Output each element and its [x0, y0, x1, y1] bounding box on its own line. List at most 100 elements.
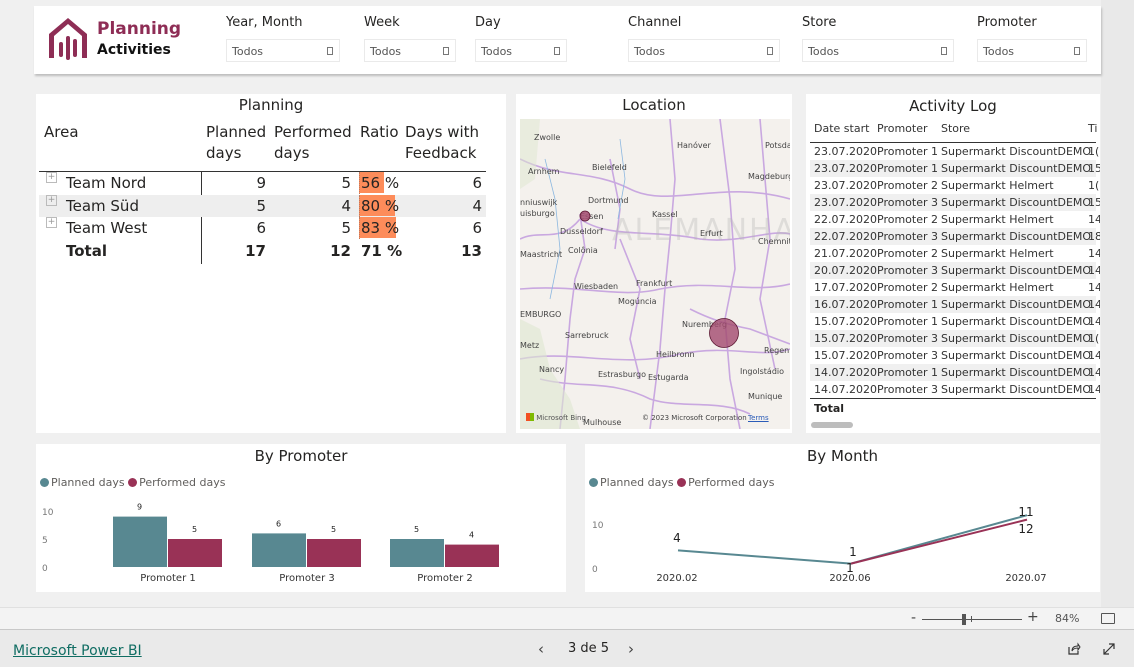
table-row[interactable]: 22.07.2020 Promoter 3 Supermarkt DiscountD… — [810, 228, 1100, 245]
cell-feedback: 6 — [472, 219, 482, 238]
slicer-dropdown[interactable]: Todos — [475, 39, 567, 62]
series-line-performed[interactable] — [850, 518, 1028, 565]
cell-store: Supermarkt DiscountDEMO — [941, 196, 1092, 209]
table-row[interactable]: 20.07.2020 Promoter 3 Supermarkt DiscountD… — [810, 262, 1100, 279]
bar-performed[interactable] — [307, 539, 361, 567]
col-feedback[interactable]: Days with Feedback — [405, 122, 479, 164]
y-tick-label: 0 — [42, 564, 48, 574]
col-promoter[interactable]: Promoter — [877, 122, 928, 135]
map-marker-nuremberg[interactable] — [709, 318, 739, 348]
table-row[interactable]: 14.07.2020 Promoter 1 Supermarkt DiscountD… — [810, 364, 1100, 381]
x-tick-label: 2020.02 — [656, 573, 697, 584]
row-area: Team West — [66, 219, 148, 238]
col-performed[interactable]: Performed days — [274, 122, 352, 164]
cell-time: 14 — [1088, 264, 1100, 277]
slicer-dropdown[interactable]: Todos — [364, 39, 456, 62]
bar-performed[interactable] — [445, 544, 499, 567]
cell-date-start: 20.07.2020 — [814, 264, 877, 277]
table-row[interactable]: 15.07.2020 Promoter 3 Supermarkt DiscountD… — [810, 347, 1100, 364]
col-label: Planned — [206, 123, 267, 141]
y-tick-label: 5 — [42, 536, 48, 546]
table-row[interactable]: 16.07.2020 Promoter 1 Supermarkt DiscountD… — [810, 296, 1100, 313]
expand-plus-icon[interactable]: + — [46, 217, 57, 229]
cell-store: Supermarkt DiscountDEMO — [941, 162, 1092, 175]
slicer-value: Todos — [634, 45, 666, 58]
col-planned[interactable]: Planned days — [206, 122, 266, 164]
slicer-dropdown[interactable]: Todos — [802, 39, 954, 62]
data-label: 4 — [469, 531, 474, 540]
y-tick-label: 10 — [592, 521, 604, 531]
fit-to-page-icon[interactable] — [1101, 613, 1115, 624]
ratio-axis-line — [359, 217, 360, 240]
x-tick-label: 2020.06 — [829, 573, 870, 584]
slicer-dropdown[interactable]: Todos — [226, 39, 340, 62]
data-label: 12 — [1018, 522, 1033, 536]
next-page-button[interactable]: › — [628, 640, 634, 658]
slicer-week: Week Todos — [364, 15, 456, 62]
prev-page-button[interactable]: ‹ — [538, 640, 544, 658]
map-terms-link[interactable]: Terms — [748, 414, 769, 422]
map-markers — [579, 210, 739, 348]
table-row[interactable]: 23.07.2020 Promoter 1 Supermarkt DiscountD… — [810, 143, 1100, 160]
table-row[interactable]: 14.07.2020 Promoter 3 Supermarkt DiscountD… — [810, 381, 1100, 398]
expand-plus-icon[interactable]: + — [46, 194, 57, 206]
table-row[interactable]: 15.07.2020 Promoter 1 Supermarkt DiscountD… — [810, 313, 1100, 330]
zoom-in-button[interactable]: + — [1027, 609, 1039, 625]
slicer-channel: Channel Todos — [628, 15, 780, 62]
chevron-down-icon — [443, 47, 449, 55]
row-area: Team Süd — [66, 196, 139, 215]
data-label: 9 — [137, 503, 142, 512]
expand-icon[interactable] — [1102, 642, 1116, 660]
cell-promoter: Promoter 1 — [877, 366, 938, 379]
slicer-label: Promoter — [977, 15, 1037, 30]
col-time[interactable]: Ti — [1088, 122, 1097, 135]
bar-planned[interactable] — [113, 516, 167, 567]
map-marker-essen[interactable] — [579, 210, 591, 222]
slicer-dropdown[interactable]: Todos — [628, 39, 780, 62]
zoom-bar: - + 84% — [0, 607, 1134, 630]
bing-label: Microsoft Bing — [536, 414, 586, 422]
data-label: 11 — [1018, 505, 1033, 519]
zoom-out-button[interactable]: - — [911, 610, 916, 626]
expand-plus-icon[interactable]: + — [46, 172, 57, 183]
cell-date-start: 22.07.2020 — [814, 230, 877, 243]
zoom-slider-thumb[interactable] — [962, 614, 966, 625]
table-row[interactable]: 15.07.2020 Promoter 3 Supermarkt DiscountD… — [810, 330, 1099, 347]
zoom-slider-track[interactable] — [922, 619, 1022, 620]
share-icon[interactable] — [1067, 642, 1081, 660]
cell-time: 14 — [1088, 281, 1100, 294]
col-area[interactable]: Area — [44, 122, 79, 143]
panel-title: Location — [622, 96, 686, 114]
total-label: Total — [814, 402, 845, 415]
matrix-row[interactable]: + Team West 6 5 83 % 6 — [39, 217, 486, 240]
matrix-row[interactable]: + Team Nord 9 5 56 % 6 — [39, 172, 486, 195]
bar-planned[interactable] — [252, 533, 306, 567]
slicer-dropdown[interactable]: Todos — [977, 39, 1087, 62]
cell-store: Supermarkt DiscountDEMO — [941, 383, 1092, 396]
table-row[interactable]: 23.07.2020 Promoter 3 Supermarkt DiscountD… — [810, 194, 1100, 211]
table-row[interactable]: 17.07.2020 Promoter 2 Supermarkt Helmert 14 — [810, 279, 1100, 296]
chevron-down-icon — [941, 47, 947, 55]
col-date-start[interactable]: Date start — [814, 122, 869, 135]
col-ratio[interactable]: Ratio — [360, 122, 399, 143]
cell-performed: 4 — [341, 196, 351, 215]
horizontal-scrollbar[interactable] — [811, 422, 853, 428]
power-bi-link[interactable]: Microsoft Power BI — [13, 643, 142, 659]
bar-performed[interactable] — [168, 539, 222, 567]
matrix-row[interactable]: + Team Süd 5 4 80 % 4 — [39, 194, 486, 218]
by-promoter-chart: By Promoter Planned days Performed days … — [36, 444, 566, 592]
cell-time: 14 — [1088, 247, 1100, 260]
table-row[interactable]: 21.07.2020 Promoter 2 Supermarkt Helmert 14 — [810, 245, 1100, 262]
table-row[interactable]: 23.07.2020 Promoter 1 Supermarkt DiscountD… — [810, 160, 1100, 177]
slicer-day: Day Todos — [475, 15, 567, 62]
map[interactable]: ALEMANHA Zwolle Hanóver Potsda Arnhem Bielef… — [520, 119, 790, 429]
cell-time: 1( — [1088, 145, 1100, 158]
table-row[interactable]: 22.07.2020 Promoter 2 Supermarkt Helmert 14 — [810, 211, 1100, 228]
cell-store: Supermarkt DiscountDEMO — [941, 298, 1092, 311]
total-label: Total — [66, 241, 107, 260]
table-row[interactable]: 23.07.2020 Promoter 2 Supermarkt Helmert 1( — [810, 177, 1099, 194]
cell-time: 14 — [1088, 366, 1100, 379]
cell-promoter: Promoter 3 — [877, 196, 938, 209]
col-store[interactable]: Store — [941, 122, 970, 135]
bar-planned[interactable] — [390, 539, 444, 567]
